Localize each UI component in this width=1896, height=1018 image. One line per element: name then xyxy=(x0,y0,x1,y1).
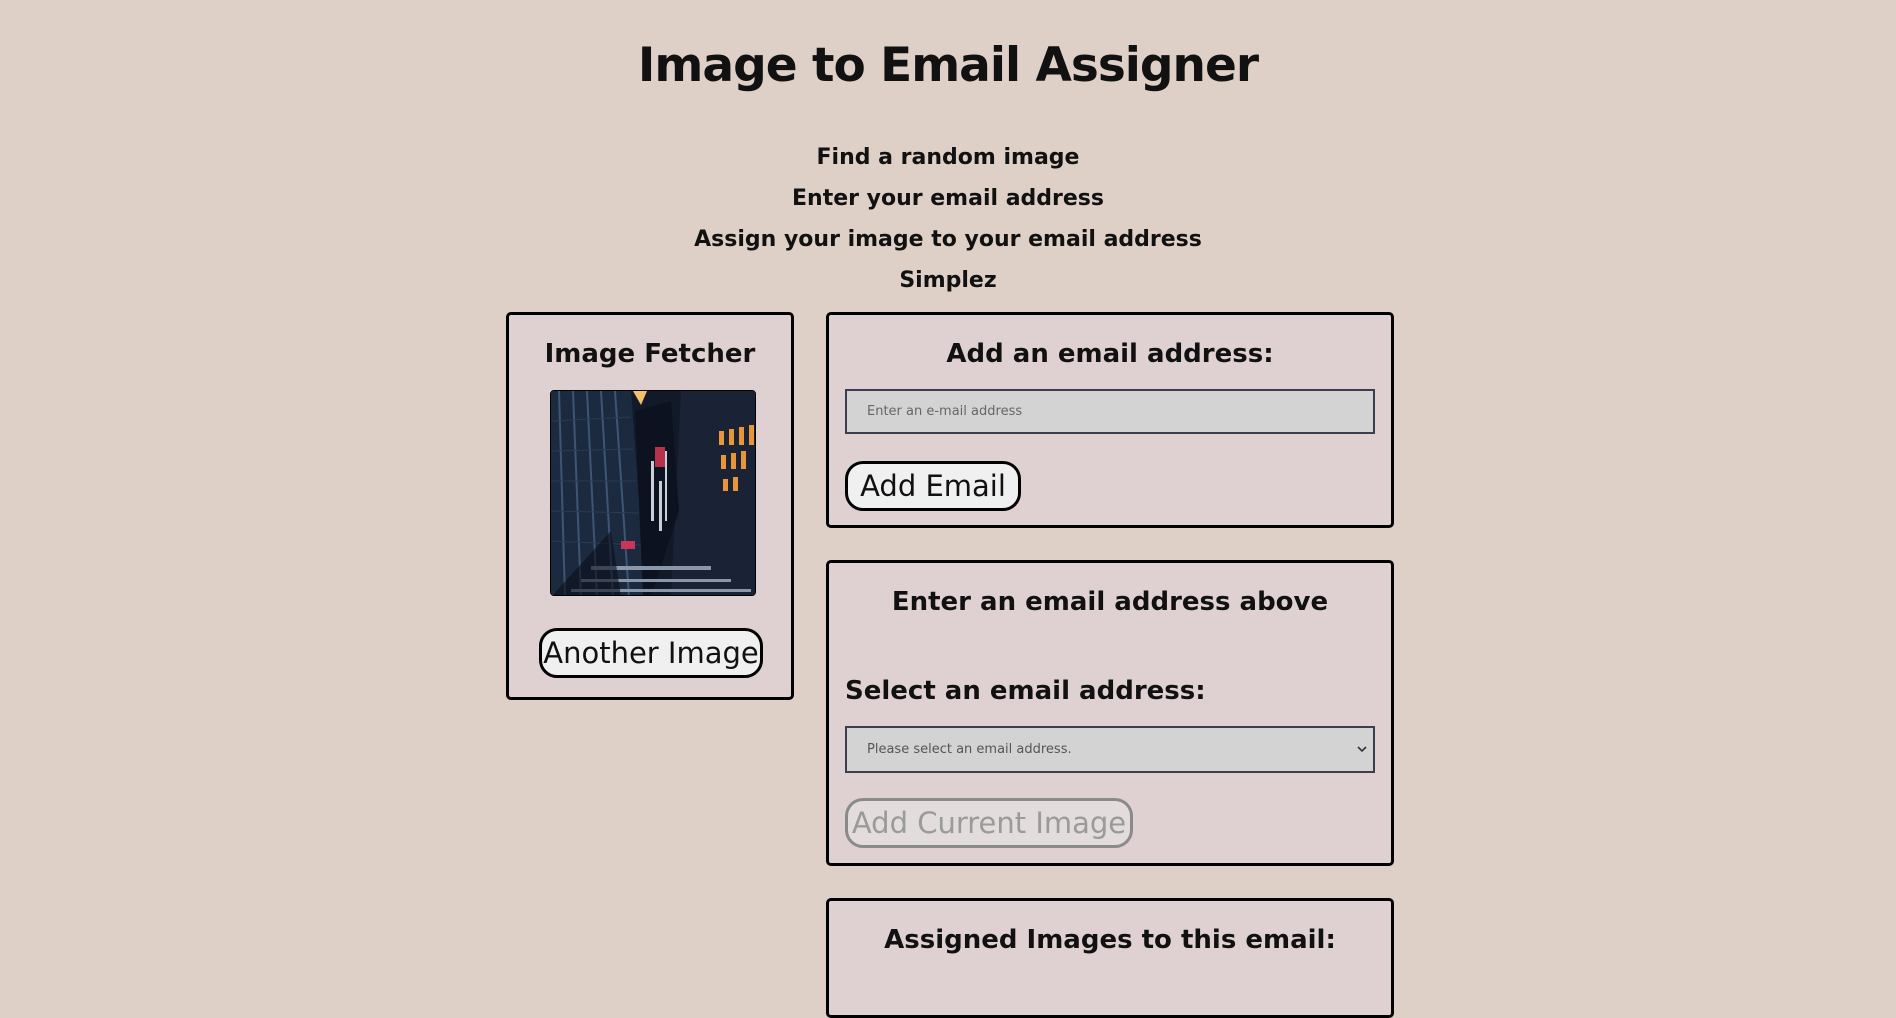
assigned-images-heading: Assigned Images to this email: xyxy=(884,925,1336,955)
fetched-image xyxy=(550,390,756,596)
add-email-panel: Add an email address: Add Email xyxy=(826,312,1394,528)
assign-image-panel: Enter an email address above Select an e… xyxy=(826,560,1394,866)
assign-status-heading: Enter an email address above xyxy=(891,587,1329,617)
intro-line: Enter your email address xyxy=(792,186,1104,211)
intro-line: Simplez xyxy=(899,268,997,293)
image-fetcher-heading: Image Fetcher xyxy=(544,339,756,369)
page-title: Image to Email Assigner xyxy=(637,38,1259,93)
add-email-button[interactable]: Add Email xyxy=(845,461,1021,511)
email-select-value: Please select an email address. xyxy=(867,742,1072,757)
select-email-label: Select an email address: xyxy=(845,676,1206,706)
intro-steps: Find a random image Enter your email add… xyxy=(0,137,1896,301)
add-current-image-button[interactable]: Add Current Image xyxy=(845,798,1133,848)
add-email-heading: Add an email address: xyxy=(946,339,1274,369)
image-fetcher-panel: Image Fetcher Another Image xyxy=(506,312,794,700)
city-night-image xyxy=(551,391,755,595)
intro-line: Assign your image to your email address xyxy=(694,227,1202,252)
chevron-down-icon xyxy=(1357,743,1367,756)
assigned-images-panel: Assigned Images to this email: xyxy=(826,898,1394,1018)
email-select[interactable]: Please select an email address. xyxy=(845,726,1375,773)
email-input[interactable] xyxy=(845,389,1375,434)
intro-line: Find a random image xyxy=(816,145,1080,170)
another-image-button[interactable]: Another Image xyxy=(539,628,763,678)
